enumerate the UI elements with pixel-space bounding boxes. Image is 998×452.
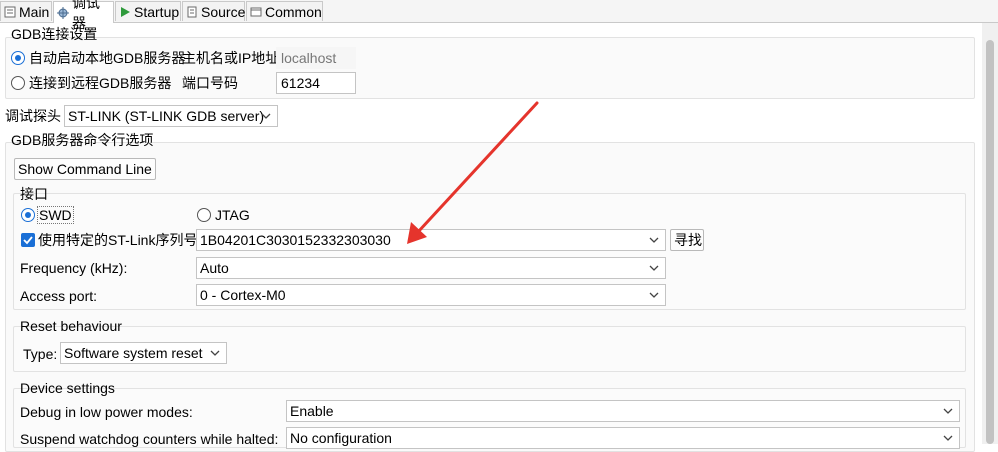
- annotation-arrow: [407, 101, 539, 244]
